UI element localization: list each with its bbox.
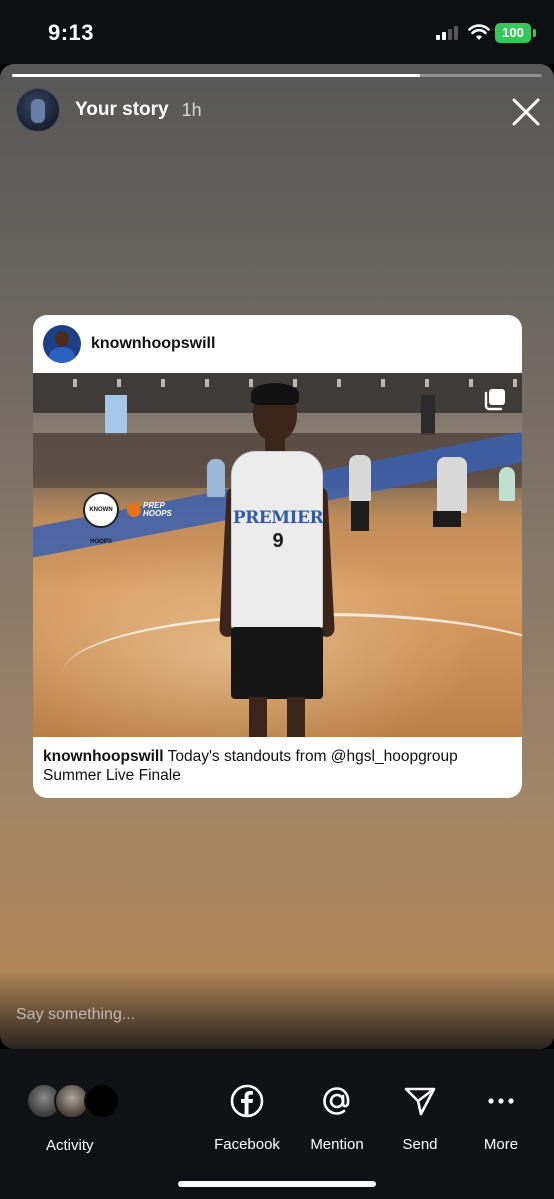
background-player-legs [433, 511, 461, 527]
shared-post-card[interactable]: knownhoopswill KNOWN HOOPS PREP HOOPS PR… [33, 315, 522, 798]
jersey-number: 9 [272, 530, 284, 552]
background-player [437, 457, 467, 513]
facebook-share-button[interactable]: Facebook [210, 1083, 284, 1153]
background-player-legs [351, 501, 369, 531]
carousel-icon [484, 389, 505, 411]
post-author-username[interactable]: knownhoopswill [91, 335, 215, 353]
home-indicator[interactable] [178, 1181, 376, 1187]
reply-input[interactable]: Say something... [16, 1006, 135, 1024]
activity-button[interactable]: Activity [26, 1083, 126, 1154]
story-actions-bar: Activity Facebook Mention Send More [0, 1049, 554, 1199]
featured-player: PREMIER 9 [217, 383, 337, 737]
mention-label: Mention [310, 1136, 364, 1153]
story-avatar[interactable] [16, 88, 60, 132]
activity-avatars [26, 1083, 126, 1119]
story-progress-fill [12, 74, 421, 77]
player-hair [251, 383, 299, 405]
viewer-avatar [84, 1083, 120, 1119]
at-icon [323, 1087, 350, 1115]
send-icon [404, 1087, 436, 1116]
prep-hoops-text: PREP HOOPS [143, 502, 172, 518]
activity-label: Activity [46, 1137, 94, 1154]
player-jersey: PREMIER 9 [231, 451, 324, 631]
story-header: Your story 1h [16, 88, 202, 132]
player-shorts [231, 627, 323, 699]
gym-banner [421, 395, 435, 435]
story-time-ago: 1h [181, 99, 202, 120]
more-label: More [483, 1136, 519, 1153]
cellular-signal-icon [436, 26, 458, 40]
facebook-label: Facebook [214, 1136, 280, 1153]
player-leg [287, 697, 305, 737]
more-icon [488, 1098, 514, 1104]
background-player [349, 455, 371, 501]
hoops-text: HOOPS [143, 509, 172, 518]
battery-indicator: 100 [495, 23, 531, 43]
post-caption: knownhoopswill Today's standouts from @h… [33, 737, 522, 785]
send-button[interactable]: Send [398, 1083, 442, 1153]
prep-hoops-logo: PREP HOOPS [127, 501, 172, 519]
close-icon[interactable] [510, 96, 542, 128]
wifi-icon [468, 24, 490, 40]
caption-username[interactable]: knownhoopswill [43, 748, 164, 765]
gym-banner [105, 395, 127, 435]
background-player [499, 467, 515, 501]
status-time: 9:13 [48, 20, 95, 45]
story-user-name[interactable]: Your story [75, 99, 169, 121]
mention-button[interactable]: Mention [306, 1083, 368, 1153]
post-author-avatar[interactable] [43, 325, 81, 363]
basketball-icon [127, 503, 141, 517]
jersey-name: PREMIER [232, 508, 324, 528]
facebook-icon [230, 1084, 264, 1118]
known-hoops-logo: KNOWN HOOPS [83, 492, 119, 545]
battery-cap [533, 29, 536, 37]
player-leg [249, 697, 267, 737]
story-viewer[interactable]: Your story 1h knownhoopswill KNOWN HOOPS… [0, 64, 554, 1049]
story-progress-bar [12, 74, 542, 77]
post-image[interactable]: KNOWN HOOPS PREP HOOPS PREMIER 9 [33, 373, 522, 737]
status-bar: 9:13 100 [0, 0, 554, 64]
send-label: Send [402, 1136, 438, 1153]
post-header: knownhoopswill [33, 315, 522, 373]
more-button[interactable]: More [480, 1083, 522, 1153]
